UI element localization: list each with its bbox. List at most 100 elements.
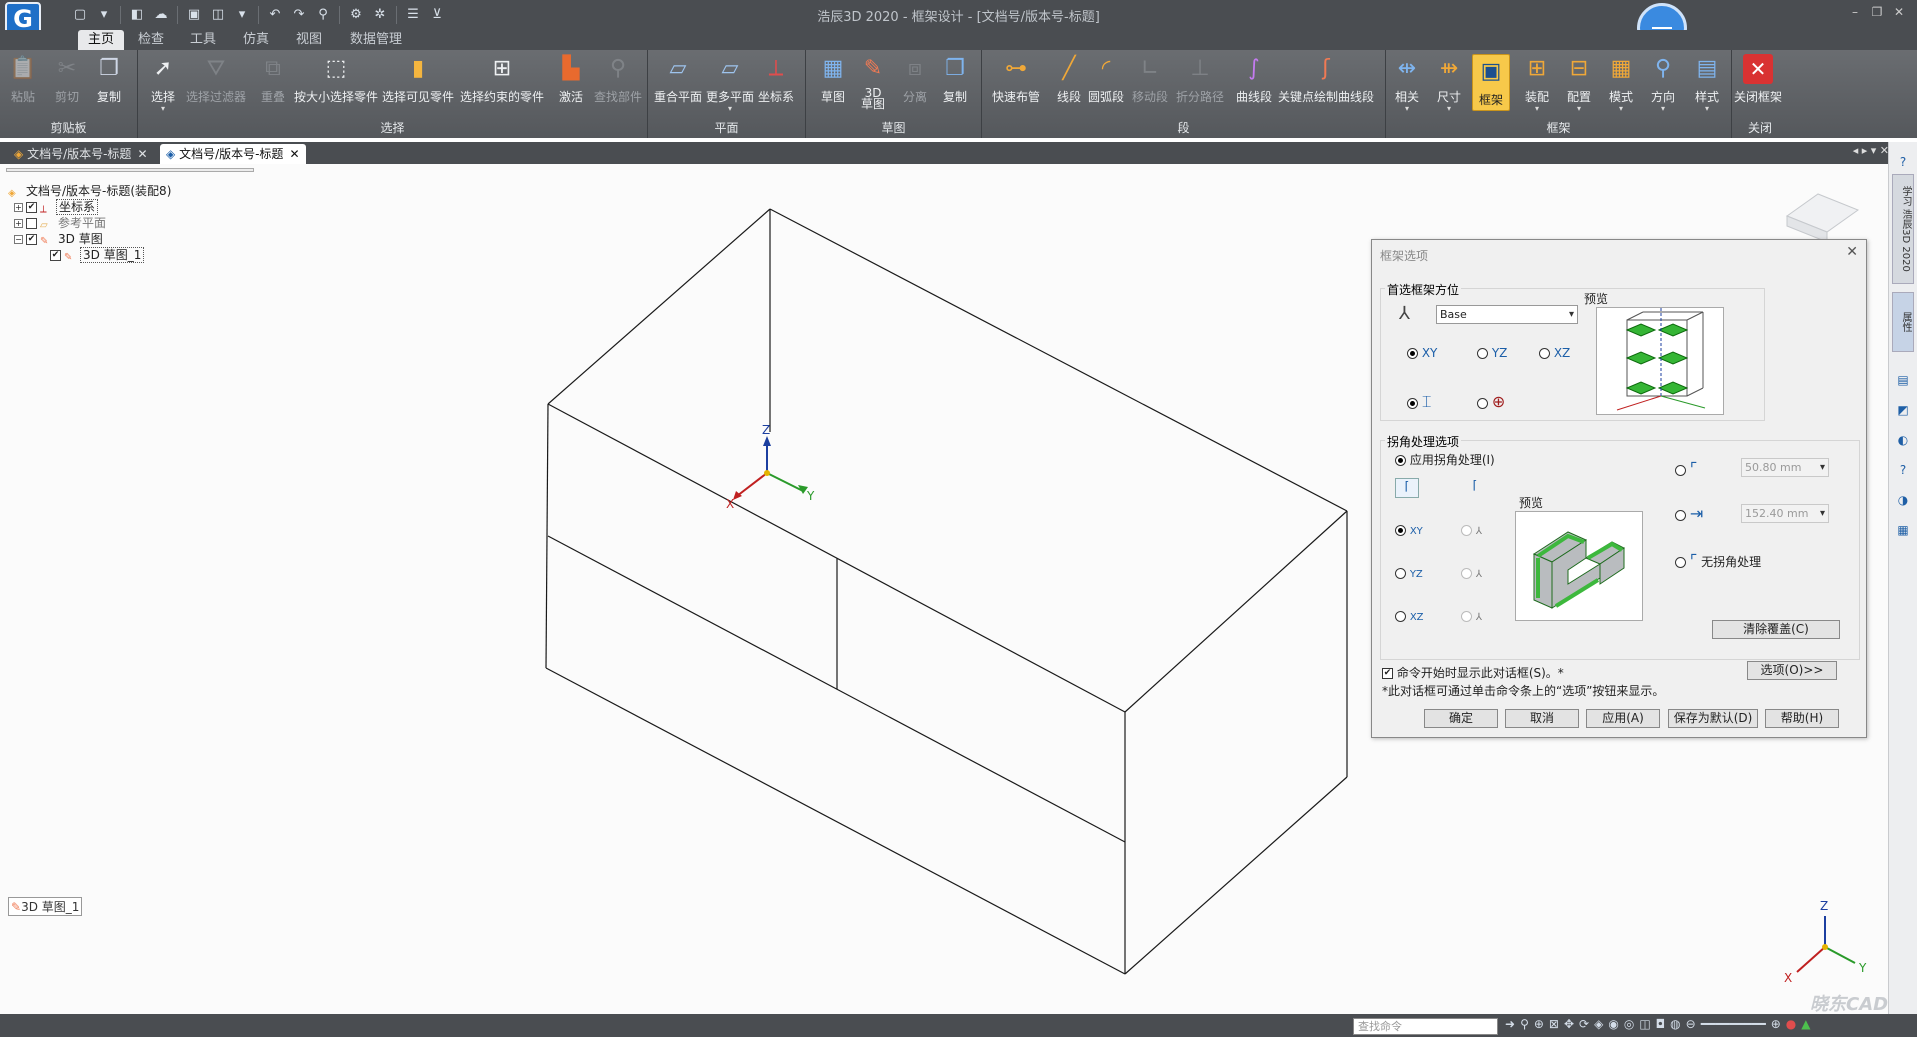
help-icon[interactable]: ? [1893,152,1913,172]
corner-xy-option[interactable]: XY [1395,523,1423,537]
center-align-option[interactable]: ⌶ [1407,392,1431,412]
rotate-icon[interactable]: ⟳ [1579,1017,1589,1031]
xy-radio[interactable] [1407,348,1418,359]
center-radio[interactable] [1407,398,1418,409]
separate-button[interactable]: ⧈ 分离 [900,54,930,105]
keypoint-curve-button[interactable]: ʃ 关键点绘制曲线段 [1278,54,1374,105]
corner-radius-field[interactable]: 50.80 mm ▾ [1741,458,1829,477]
tree-checkbox[interactable]: ✔ [50,250,61,261]
assemble-button[interactable]: ⊞ 装配 ▾ [1522,54,1552,113]
shade-icon[interactable]: ◉ [1608,1017,1618,1031]
bend-path-button[interactable]: ⊥ 折分路径 [1176,54,1224,105]
section-icon[interactable]: ◫ [1639,1017,1650,1031]
coordinate-system-button[interactable]: ⟂ 坐标系 [758,54,794,105]
doc-tab[interactable]: ◈ 文档号/版本号-标题 ✕ [8,144,154,164]
corner-yz-axis-radio[interactable] [1461,568,1472,579]
zoom-icon[interactable]: ⚲ [1520,1017,1529,1031]
save-default-button[interactable]: 保存为默认(D) [1668,709,1758,728]
no-corner-option[interactable]: ⌜ 无拐角处理 [1675,551,1761,570]
camera-icon[interactable]: ◘ [1656,1017,1666,1031]
tree-item-refplane[interactable]: + ▱ 参考平面 [8,215,173,231]
select-by-size-button[interactable]: ⬚ 按大小选择零件 [294,54,378,105]
cut-button[interactable]: ✂ 剪切 [52,54,82,105]
zoom-in-icon[interactable]: ⊕ [1771,1017,1781,1031]
sketch-copy-button[interactable]: ❐ 复制 [940,54,970,105]
minimize-icon[interactable]: – [1847,4,1863,20]
no-corner-radio[interactable] [1675,557,1686,568]
home-icon[interactable]: ▲ [1801,1017,1810,1031]
apply-corner-option[interactable]: 应用拐角处理(I) [1395,451,1495,468]
tree-item-sketch3d[interactable]: − ✔ ✎ 3D 草图 [8,231,173,247]
color-icon[interactable]: ◑ [1893,490,1913,510]
select-constrained-button[interactable]: ⊞ 选择约束的零件 [460,54,544,105]
yz-radio[interactable] [1477,348,1488,359]
tree-item-coord[interactable]: + ✔ ⟂ 坐标系 [8,199,173,215]
tab-tools[interactable]: 工具 [180,30,226,50]
direction-button[interactable]: ⚲ 方向 ▾ [1648,54,1678,113]
sketch-tag[interactable]: ✎3D 草图_1 [8,897,83,916]
tab-scroll-arrows[interactable]: ◂ ▸ ▾ ✕ [1853,144,1889,157]
point-radio[interactable] [1477,398,1488,409]
tab-inspect[interactable]: 检查 [128,30,174,50]
curve-segment-button[interactable]: ∫ 曲线段 [1236,54,1272,105]
view-icon[interactable]: ◈ [1594,1017,1603,1031]
corner-xy-axis-option[interactable]: ⅄ [1461,523,1482,537]
corner-yz-option[interactable]: YZ [1395,566,1423,580]
style-button[interactable]: ▤ 样式 ▾ [1692,54,1722,113]
cancel-button[interactable]: 取消 [1505,709,1579,728]
record-icon[interactable]: ● [1786,1017,1796,1031]
show-on-start-checkbox[interactable]: ✔ [1382,668,1393,679]
xz-orient-option[interactable]: XZ [1539,346,1570,360]
corner-radius-radio[interactable] [1675,465,1686,476]
corner-xy-axis-radio[interactable] [1461,525,1472,536]
mode-button[interactable]: ▦ 模式 ▾ [1606,54,1636,113]
corner-xz-option[interactable]: XZ [1395,609,1424,623]
xy-orient-option[interactable]: XY [1407,346,1437,360]
show-on-start-option[interactable]: ✔ 命令开始时显示此对话框(S)。* [1382,664,1564,681]
tab-view[interactable]: 视图 [286,30,332,50]
miter-corner-icon[interactable]: ⌈ [1395,478,1419,498]
overlap-button[interactable]: ⧉ 重叠 [258,54,288,105]
close-icon[interactable]: ✕ [1846,244,1858,260]
corner-xz-axis-radio[interactable] [1461,611,1472,622]
tab-home[interactable]: 主页 [78,30,125,50]
corner-offset-option[interactable]: ⇥ [1675,504,1703,523]
select-visible-button[interactable]: ▮ 选择可见零件 [382,54,454,105]
config-button[interactable]: ⊟ 配置 ▾ [1564,54,1594,113]
point-align-option[interactable]: ⊕ [1477,392,1505,411]
related-button[interactable]: ⇹ 相关 ▾ [1392,54,1422,113]
layers-icon[interactable]: ◩ [1893,400,1913,420]
corner-offset-field[interactable]: 152.40 mm ▾ [1741,504,1829,523]
corner-xz-axis-option[interactable]: ⅄ [1461,609,1482,623]
zoom-slider[interactable]: ━━━━━━━━━ [1701,1017,1766,1031]
size-button[interactable]: ⇻ 尺寸 ▾ [1434,54,1464,113]
view-cube[interactable] [1785,193,1860,243]
tab-data-management[interactable]: 数据管理 [340,30,412,50]
fit-icon[interactable]: ⊠ [1549,1017,1559,1031]
activate-button[interactable]: ▙ 激活 [556,54,586,105]
move-segment-button[interactable]: ∟ 移动段 [1132,54,1168,105]
line-segment-button[interactable]: ╱ 线段 [1054,54,1084,105]
close-icon[interactable]: ✕ [137,147,147,161]
help-button[interactable]: 帮助(H) [1765,709,1839,728]
xz-radio[interactable] [1539,348,1550,359]
grid-icon[interactable]: ▦ [1893,520,1913,540]
corner-radius-option[interactable]: ⌜ [1675,459,1697,478]
select-button[interactable]: ➚ 选择 ▾ [148,54,178,113]
panel-icon[interactable]: ▤ [1893,370,1913,390]
more-planes-button[interactable]: ▱ 更多平面 ▾ [706,54,754,113]
yz-orient-option[interactable]: YZ [1477,346,1507,360]
corner-yz-radio[interactable] [1395,568,1406,579]
render-icon[interactable]: ◍ [1670,1017,1680,1031]
close-frame-button[interactable]: ✕ 关闭框架 [1734,54,1782,105]
apply-corner-radio[interactable] [1395,455,1406,466]
display-icon[interactable]: ◎ [1624,1017,1634,1031]
tree-checkbox[interactable]: ✔ [26,202,37,213]
collapse-icon[interactable]: − [14,235,23,244]
command-search-input[interactable]: 查找命令 [1353,1018,1498,1035]
tree-checkbox[interactable] [26,218,37,229]
properties-tab[interactable]: 属性 [1892,292,1914,352]
tree-root[interactable]: ◈ 文档号/版本号-标题(装配8) [8,183,173,199]
apply-button[interactable]: 应用(A) [1586,709,1660,728]
butt-corner-icon[interactable]: ⌈ [1463,478,1487,498]
